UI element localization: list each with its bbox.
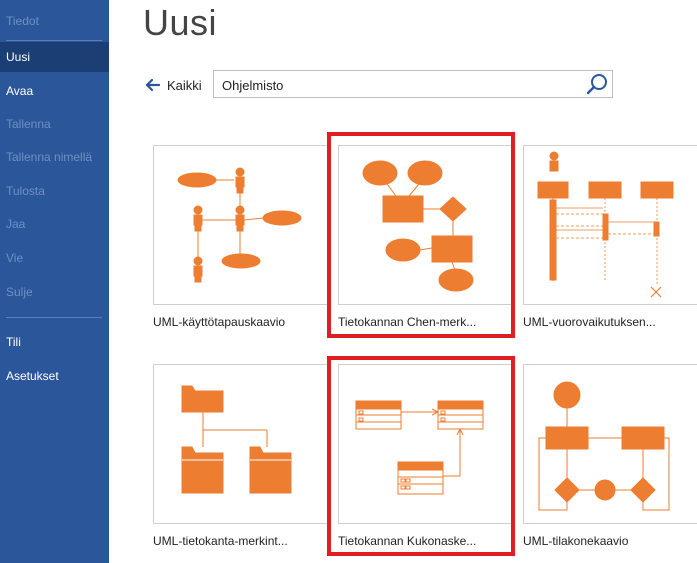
template-thumbnail-crows-foot [338,364,514,524]
nav-item-uusi[interactable]: Uusi [0,42,109,72]
template-label: Tietokannan Chen-merk... [338,315,477,329]
template-thumbnail-chen-notation [338,145,514,305]
template-tile[interactable]: UML-tilakonekaavio [523,364,697,554]
template-label: Tietokannan Kukonaske... [338,534,477,548]
nav-item-vie[interactable]: Vie [0,243,109,273]
nav-item-tiedot[interactable]: Tiedot [0,6,109,36]
template-thumbnail-uml-sequence [523,145,697,305]
nav-item-sulje[interactable]: Sulje [0,277,109,307]
nav-item-tulosta[interactable]: Tulosta [0,176,109,206]
nav-item-asetukset[interactable]: Asetukset [0,361,109,391]
template-label: UML-käyttötapauskaavio [153,315,286,329]
arrow-left-icon [146,79,160,91]
nav-divider [6,317,102,318]
template-tile[interactable]: UML-vuorovaikutuksen... [523,145,697,335]
back-label: Kaikki [167,77,202,93]
template-tile[interactable]: UML-tietokanta-merkint... [153,364,329,554]
search-input[interactable] [214,71,584,99]
template-thumbnail-uml-database [153,364,329,524]
backstage-sidebar: Tiedot Uusi Avaa Tallenna Tallenna nimel… [0,0,109,563]
nav-item-tallenna-nimella[interactable]: Tallenna nimellä [0,142,109,172]
template-tile[interactable]: Tietokannan Chen-merk... [338,145,514,335]
template-thumbnail-uml-use-case [153,145,329,305]
page-title: Uusi [143,2,218,43]
template-label: UML-tietokanta-merkint... [153,534,288,548]
nav-item-jaa[interactable]: Jaa [0,209,109,239]
nav-divider [6,40,102,41]
template-tile[interactable]: Tietokannan Kukonaske... [338,364,514,554]
nav-item-tallenna[interactable]: Tallenna [0,109,109,139]
back-button[interactable]: Kaikki [146,74,202,96]
nav-item-avaa[interactable]: Avaa [0,76,109,106]
search-box [213,70,613,99]
nav-item-tili[interactable]: Tili [0,327,109,357]
template-thumbnail-uml-state-machine [523,364,697,524]
template-label: UML-tilakonekaavio [523,534,629,548]
template-tile[interactable]: UML-käyttötapauskaavio [153,145,329,335]
search-icon[interactable] [585,72,609,96]
template-label: UML-vuorovaikutuksen... [523,315,656,329]
